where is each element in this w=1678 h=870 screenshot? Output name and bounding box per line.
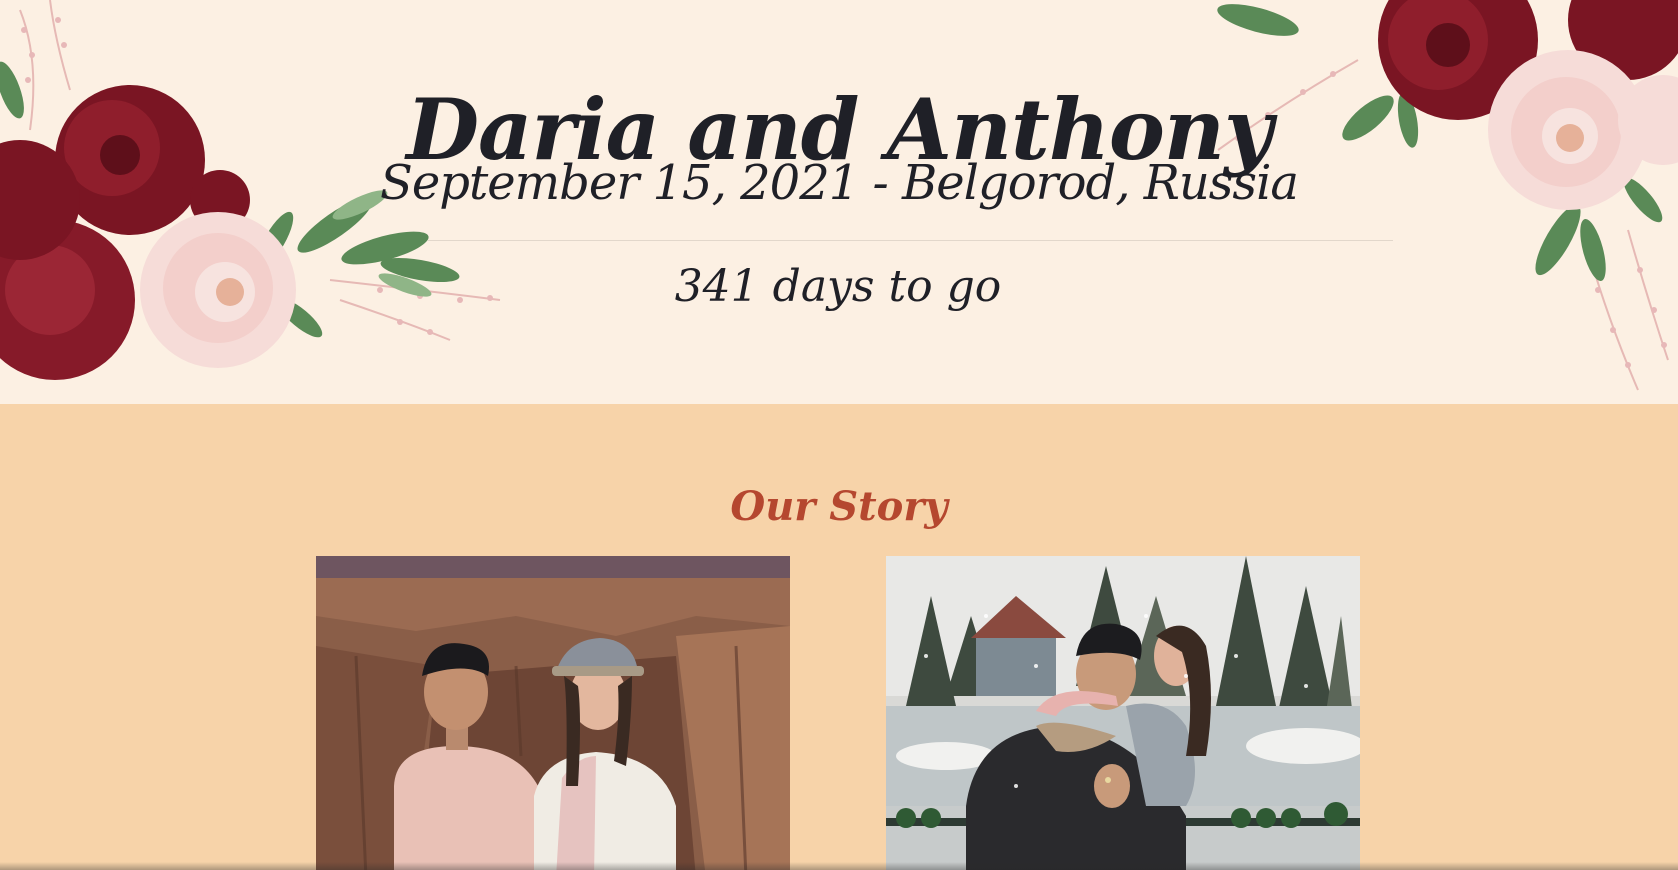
canyon-photo[interactable] [316,556,790,870]
winter-photo[interactable] [886,556,1360,870]
hero-divider [428,240,1393,241]
hero-banner: Daria and Anthony September 15, 2021 - B… [0,0,1678,404]
bottom-edge-shadow [0,862,1678,870]
canyon-photo-image [316,556,790,870]
wedding-page: Daria and Anthony September 15, 2021 - B… [0,0,1678,870]
wedding-date-location: September 15, 2021 - Belgorod, Russia [379,155,1299,211]
our-story-heading: Our Story [730,483,948,531]
countdown-text: 341 days to go [674,261,1002,312]
winter-photo-image [886,556,1360,870]
our-story-section: Our Story [0,404,1678,870]
